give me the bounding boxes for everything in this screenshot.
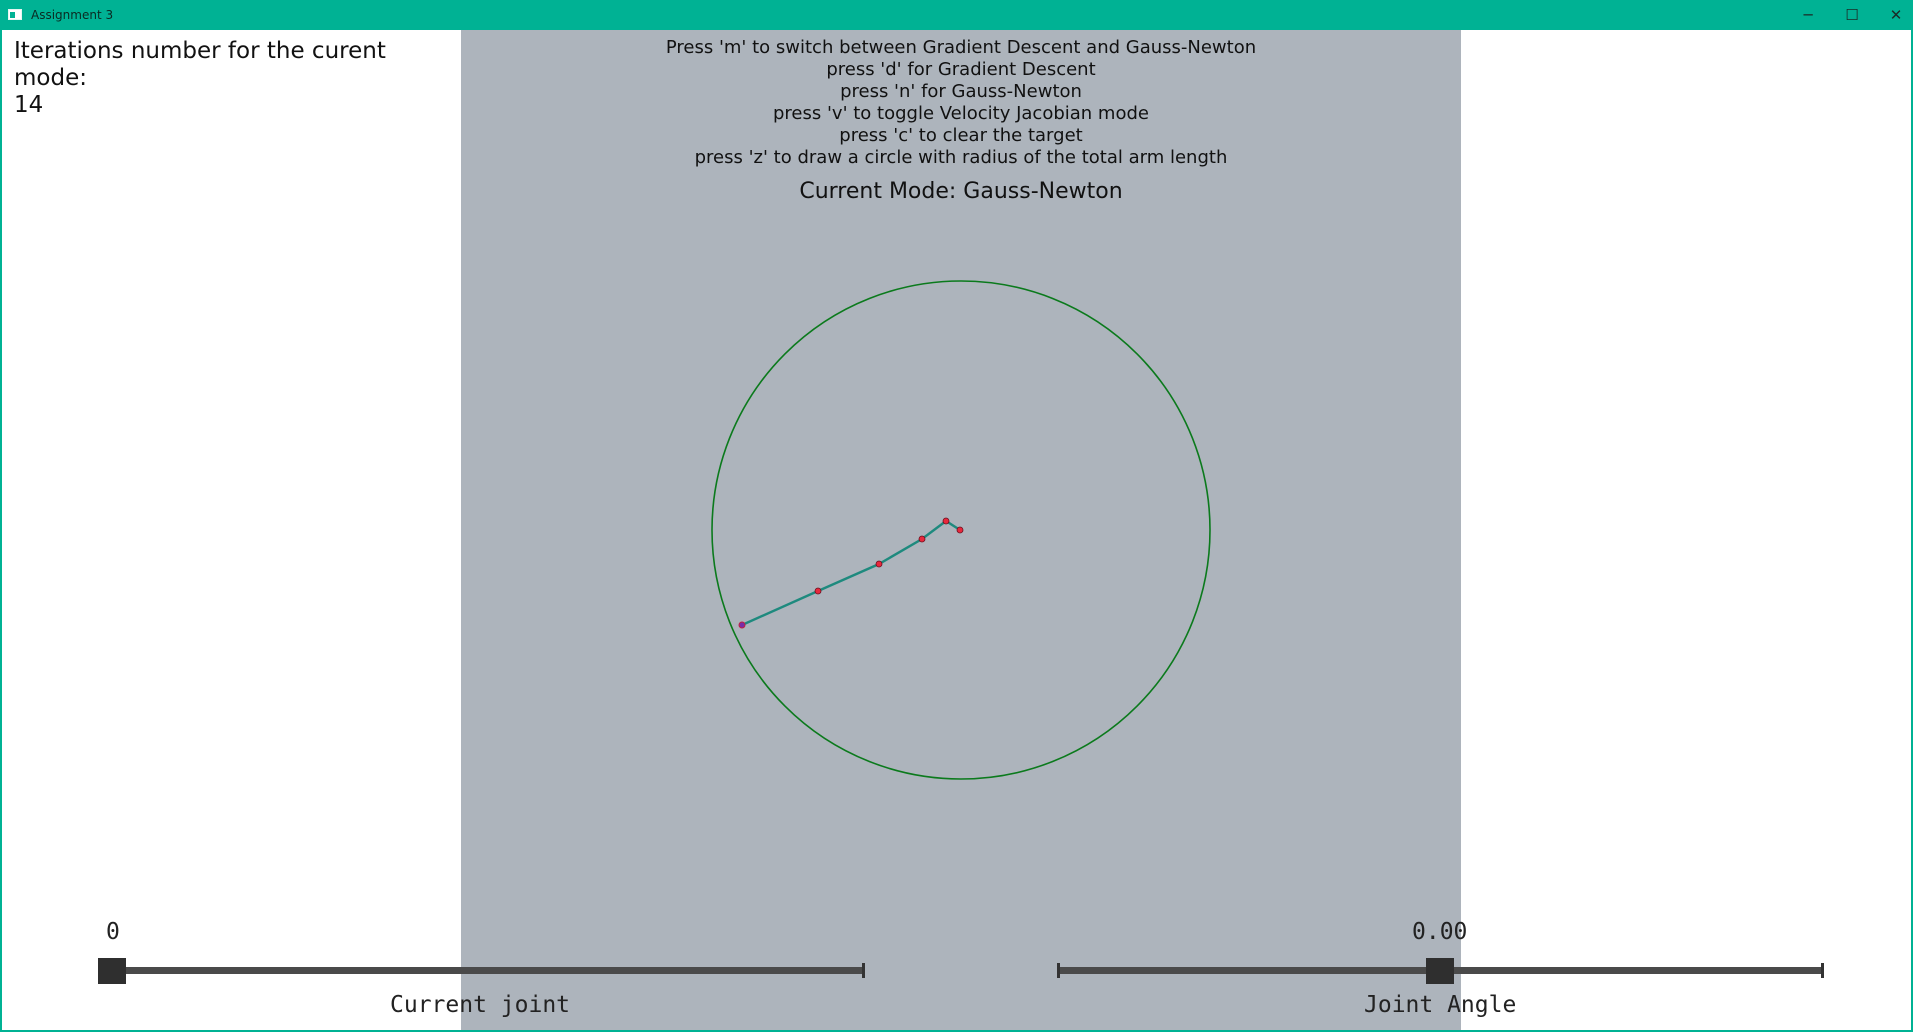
current-joint-caption: Current joint (390, 992, 571, 1018)
maximize-button[interactable]: ☐ (1830, 0, 1874, 30)
current-joint-slider-end-cap (862, 963, 865, 978)
arm-joint (814, 587, 822, 595)
window-title: Assignment 3 (31, 8, 114, 22)
app-icon (8, 9, 22, 20)
current-joint-slider-track[interactable] (98, 967, 864, 974)
title-bar[interactable]: Assignment 3 ─ ☐ ✕ (0, 0, 1913, 30)
current-joint-value: 0 (106, 919, 120, 945)
joint-angle-caption: Joint Angle (1364, 992, 1517, 1018)
arm-joint (875, 560, 883, 568)
end-effector (738, 621, 746, 629)
iteration-counter: Iterations number for the curent mode: 1… (14, 38, 454, 119)
minimize-button[interactable]: ─ (1786, 0, 1830, 30)
iteration-counter-value: 14 (14, 92, 44, 118)
iteration-counter-label: Iterations number for the curent mode: (14, 38, 386, 91)
ik-viewport[interactable]: Press 'm' to switch between Gradient Des… (461, 30, 1461, 1030)
arm-joint (918, 535, 926, 543)
arm-chain (741, 519, 961, 627)
joint-angle-value: 0.00 (1412, 919, 1468, 945)
joint-angle-slider-thumb[interactable] (1426, 958, 1454, 984)
current-joint-slider-thumb[interactable] (98, 958, 126, 984)
arm-scene[interactable] (461, 30, 1461, 1030)
joint-angle-slider-start-cap (1057, 963, 1060, 978)
arm-joint (942, 517, 950, 525)
arm-base-joint (956, 526, 964, 534)
close-button[interactable]: ✕ (1874, 0, 1913, 30)
joint-angle-slider-end-cap (1821, 963, 1824, 978)
app-client-area: Press 'm' to switch between Gradient Des… (2, 30, 1911, 1030)
